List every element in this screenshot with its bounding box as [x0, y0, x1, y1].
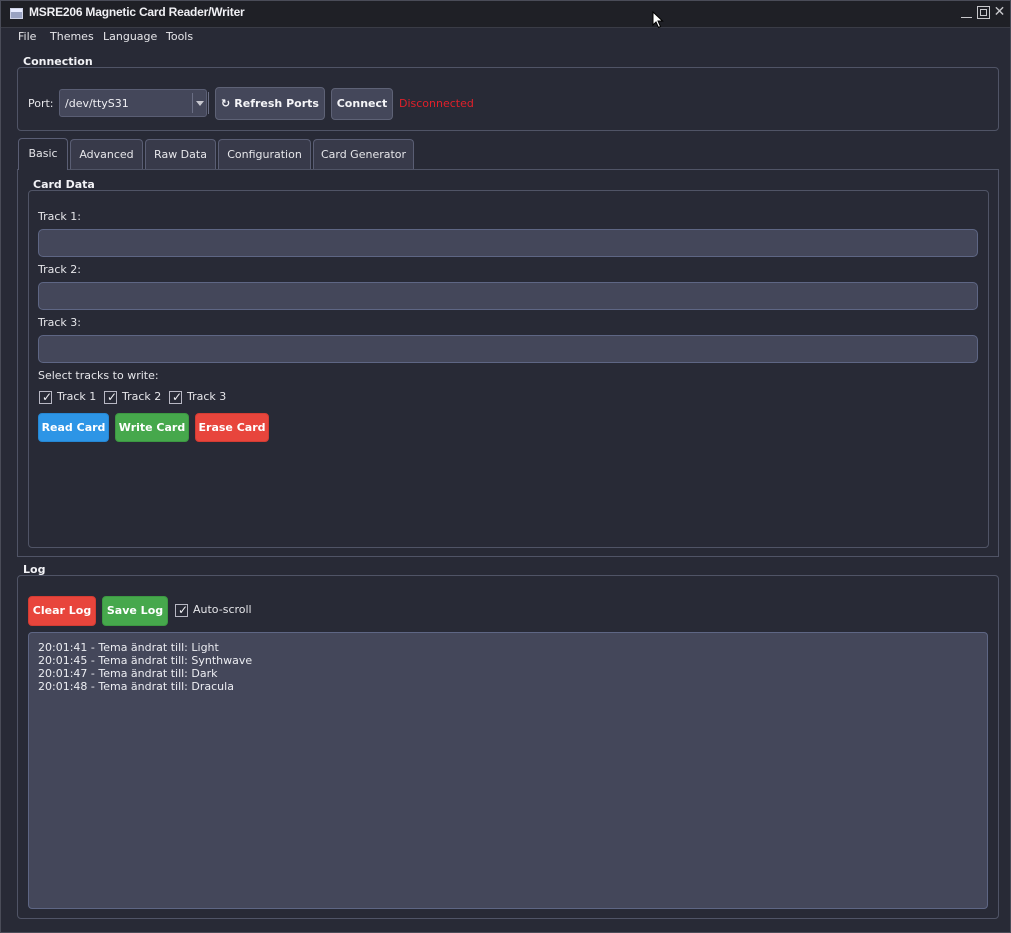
window-title: MSRE206 Magnetic Card Reader/Writer — [29, 5, 245, 19]
select-tracks-label: Select tracks to write: — [38, 369, 159, 382]
connect-button[interactable]: Connect — [331, 88, 393, 120]
write-card-button[interactable]: Write Card — [115, 413, 189, 442]
log-line: 20:01:41 - Tema ändrat till: Light — [38, 641, 219, 654]
track3-checkbox[interactable]: ✓ — [169, 390, 183, 404]
track3-checkbox-label[interactable]: Track 3 — [187, 390, 226, 403]
refresh-icon: ↻ — [221, 97, 231, 110]
port-select-edge — [208, 92, 209, 114]
log-line: 20:01:45 - Tema ändrat till: Synthwave — [38, 654, 253, 667]
menu-themes[interactable]: Themes — [50, 30, 94, 43]
track1-checkbox-label[interactable]: Track 1 — [57, 390, 96, 403]
menu-language[interactable]: Language — [103, 30, 157, 43]
check-icon: ✓ — [42, 390, 53, 404]
auto-scroll-label[interactable]: Auto-scroll — [193, 603, 252, 616]
tab-configuration[interactable]: Configuration — [218, 139, 311, 170]
check-icon: ✓ — [172, 390, 183, 404]
tab-basic[interactable]: Basic — [18, 138, 68, 170]
port-select[interactable]: /dev/ttyS31 — [59, 89, 207, 117]
refresh-ports-label: Refresh Ports — [234, 97, 319, 110]
auto-scroll-checkbox[interactable]: ✓ — [175, 603, 189, 617]
close-icon[interactable]: ✕ — [993, 5, 1006, 19]
track2-input[interactable] — [38, 282, 978, 310]
maximize-icon[interactable] — [977, 6, 990, 19]
tab-advanced[interactable]: Advanced — [70, 139, 143, 170]
minimize-icon[interactable] — [960, 6, 973, 19]
menu-tools[interactable]: Tools — [166, 30, 193, 43]
track1-checkbox[interactable]: ✓ — [39, 390, 53, 404]
track2-checkbox-label[interactable]: Track 2 — [122, 390, 161, 403]
tab-raw-data[interactable]: Raw Data — [145, 139, 216, 170]
title-bar[interactable]: MSRE206 Magnetic Card Reader/Writer ✕ — [1, 1, 1010, 28]
app-icon — [10, 8, 23, 19]
check-icon: ✓ — [107, 390, 118, 404]
menu-bar: File Themes Language Tools — [1, 29, 1010, 47]
save-log-button[interactable]: Save Log — [102, 596, 168, 626]
log-line: 20:01:47 - Tema ändrat till: Dark — [38, 667, 218, 680]
port-label: Port: — [28, 97, 54, 110]
erase-card-button[interactable]: Erase Card — [195, 413, 269, 442]
clear-log-button[interactable]: Clear Log — [28, 596, 96, 626]
port-select-value: /dev/ttyS31 — [65, 97, 129, 110]
port-select-divider — [192, 93, 193, 113]
chevron-down-icon[interactable] — [196, 101, 204, 106]
log-line: 20:01:48 - Tema ändrat till: Dracula — [38, 680, 234, 693]
track3-label: Track 3: — [38, 316, 81, 329]
menu-file[interactable]: File — [18, 30, 36, 43]
tab-card-generator[interactable]: Card Generator — [313, 139, 414, 170]
mouse-cursor-icon — [652, 11, 664, 29]
track2-checkbox[interactable]: ✓ — [104, 390, 118, 404]
track1-label: Track 1: — [38, 210, 81, 223]
track2-label: Track 2: — [38, 263, 81, 276]
log-output[interactable]: 20:01:41 - Tema ändrat till: Light 20:01… — [28, 632, 988, 909]
refresh-ports-button[interactable]: ↻ Refresh Ports — [215, 87, 325, 120]
check-icon: ✓ — [178, 603, 189, 617]
app-window: MSRE206 Magnetic Card Reader/Writer ✕ Fi… — [0, 0, 1011, 933]
track1-input[interactable] — [38, 229, 978, 257]
read-card-button[interactable]: Read Card — [38, 413, 109, 442]
connection-status: Disconnected — [399, 97, 474, 110]
track3-input[interactable] — [38, 335, 978, 363]
